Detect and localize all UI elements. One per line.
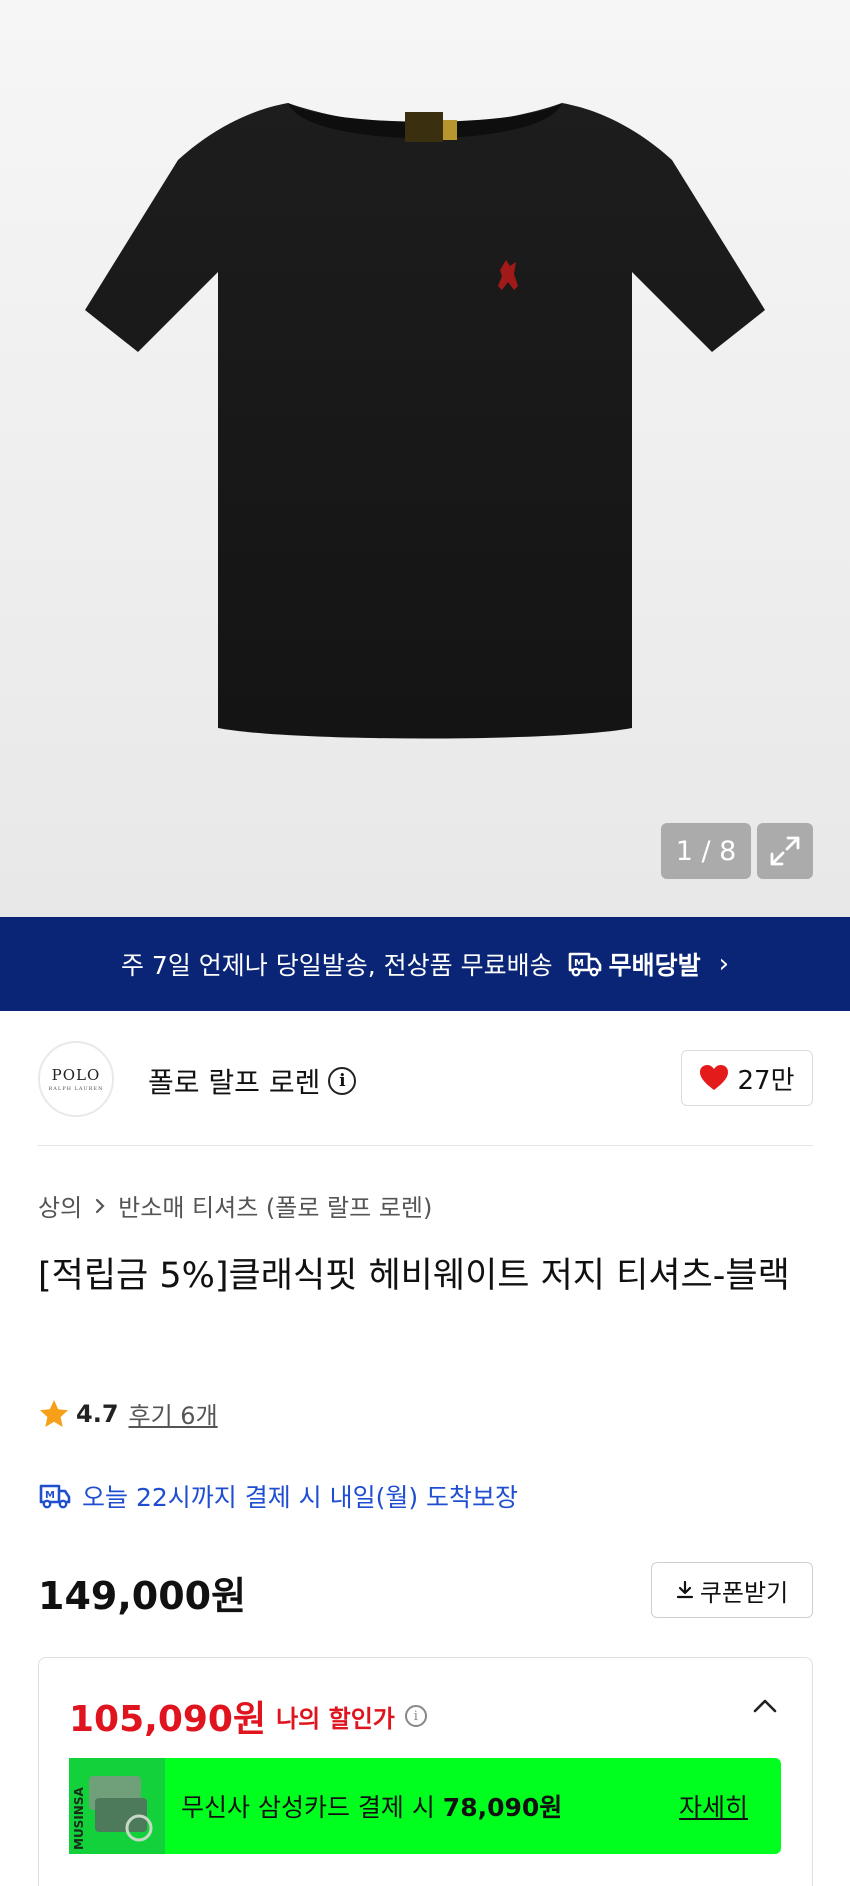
svg-text:M: M [574, 958, 584, 969]
free-shipping-banner[interactable]: 주 7일 언제나 당일발송, 전상품 무료배송 M 무배당발 › [0, 917, 850, 1011]
my-discount-price: 105,090원 나의 할인가 i [69, 1690, 427, 1742]
product-title: [적립금 5%]클래식핏 헤비웨이트 저지 티셔츠-블랙 [38, 1256, 790, 1296]
breadcrumb-item-top[interactable]: 상의 [38, 1188, 82, 1223]
discount-price: 105,090원 [69, 1699, 267, 1740]
card-promo-banner[interactable]: MUSINSA 무신사 삼성카드 결제 시 78,090원 자세히 [69, 1758, 781, 1854]
card-details-link[interactable]: 자세히 [679, 1788, 748, 1824]
heart-icon [700, 1065, 729, 1090]
chevron-right-icon: › [718, 949, 729, 979]
expand-button[interactable] [757, 823, 813, 879]
brand-logo[interactable]: POLO RALPH LAUREN [38, 1041, 114, 1117]
delivery-guarantee: M 오늘 22시까지 결제 시 내일(월) 도착보장 [38, 1478, 518, 1514]
product-image-gallery[interactable]: 1 / 8 [0, 0, 850, 917]
breadcrumb-item-category[interactable]: 반소매 티셔츠 (폴로 랄프 로렌) [118, 1188, 432, 1223]
divider [38, 1145, 813, 1146]
svg-text:M: M [45, 1490, 55, 1501]
card-promo-text: 무신사 삼성카드 결제 시 78,090원 [181, 1788, 562, 1824]
truck-icon: M [39, 1484, 71, 1509]
star-icon [40, 1399, 68, 1427]
banner-brand: M 무배당발 [567, 946, 701, 982]
delivery-text: 오늘 22시까지 결제 시 내일(월) 도착보장 [82, 1483, 519, 1512]
truck-icon: M [568, 952, 601, 977]
chevron-up-icon[interactable] [751, 1696, 779, 1716]
expand-icon [770, 836, 800, 866]
card-promo-label: 무신사 삼성카드 결제 시 [181, 1793, 435, 1822]
banner-brand-label: 무배당발 [608, 951, 701, 980]
card-image: MUSINSA [69, 1758, 165, 1854]
review-count-link[interactable]: 후기 6개 [129, 1396, 218, 1431]
brand-name: 폴로 랄프 로렌 [148, 1066, 321, 1099]
rating-row: 4.7 후기 6개 [38, 1396, 218, 1431]
coupon-label: 쿠폰받기 [699, 1578, 789, 1607]
rating-value: 4.7 [76, 1399, 119, 1428]
card-thumb-text: MUSINSA [72, 1787, 86, 1850]
coupon-button[interactable]: 쿠폰받기 [651, 1562, 813, 1618]
card-promo-price: 78,090원 [442, 1793, 563, 1822]
brand-logo-line1: POLO [51, 1066, 101, 1084]
like-button[interactable]: 27만 [681, 1050, 813, 1106]
download-icon [676, 1580, 693, 1599]
original-price: 149,000원 [38, 1574, 247, 1618]
brand-name-link[interactable]: 폴로 랄프 로렌 i [148, 1061, 357, 1101]
brand-logo-line2: RALPH LAUREN [48, 1086, 104, 1092]
discount-label: 나의 할인가 [276, 1704, 395, 1733]
brand-row: POLO RALPH LAUREN 폴로 랄프 로렌 i 27만 [0, 1011, 850, 1146]
banner-text: 주 7일 언제나 당일발송, 전상품 무료배송 [120, 951, 553, 980]
image-counter: 1 / 8 [661, 823, 751, 879]
breadcrumb: 상의 반소매 티셔츠 (폴로 랄프 로렌) [38, 1188, 432, 1223]
chevron-right-icon [96, 1198, 105, 1213]
like-count: 27만 [737, 1065, 795, 1096]
discount-panel: 105,090원 나의 할인가 i MUSINSA 무신사 삼성카드 결제 시 … [38, 1657, 813, 1886]
product-image [85, 103, 765, 739]
info-icon[interactable]: i [404, 1705, 427, 1727]
info-icon[interactable]: i [328, 1067, 357, 1095]
